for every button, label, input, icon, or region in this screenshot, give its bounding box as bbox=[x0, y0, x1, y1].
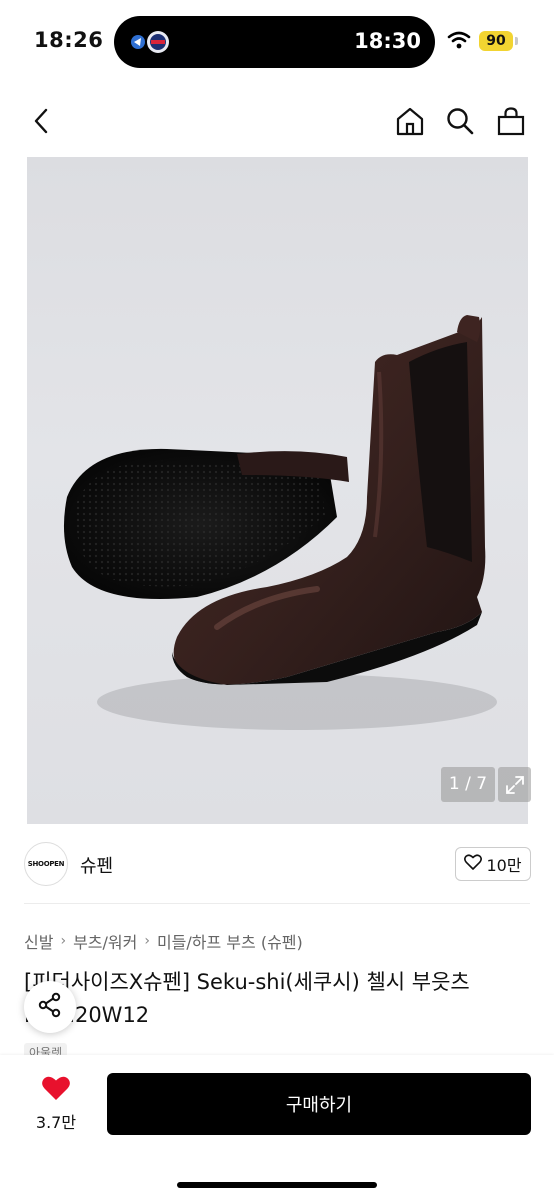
home-indicator bbox=[177, 1182, 377, 1188]
bottom-action-bar: 3.7만 구매하기 bbox=[0, 1055, 554, 1200]
battery-indicator: 90 bbox=[479, 31, 513, 51]
share-button[interactable] bbox=[24, 981, 76, 1033]
shop-row[interactable]: SHOOPEN 슈펜 10만 bbox=[0, 838, 554, 892]
wish-button[interactable]: 3.7만 bbox=[24, 1075, 88, 1133]
shopping-bag-icon[interactable] bbox=[494, 104, 528, 138]
breadcrumb-item[interactable]: 신발 bbox=[24, 929, 53, 953]
share-icon bbox=[37, 992, 63, 1022]
battery-tip bbox=[515, 37, 518, 45]
home-icon[interactable] bbox=[393, 104, 427, 138]
search-icon[interactable] bbox=[443, 104, 477, 138]
breadcrumb-item[interactable]: 미들/하프 부츠 (슈펜) bbox=[157, 929, 303, 953]
expand-icon[interactable] bbox=[498, 767, 531, 802]
breadcrumb-item[interactable]: 부츠/워커 bbox=[73, 929, 137, 953]
chevron-right-icon: › bbox=[144, 933, 150, 949]
image-pager: 1 / 7 bbox=[441, 767, 495, 802]
status-bar: 18:26 18:30 90 bbox=[0, 0, 554, 84]
shop-logo[interactable]: SHOOPEN bbox=[24, 842, 68, 886]
product-image[interactable] bbox=[27, 157, 528, 824]
heart-outline-icon bbox=[464, 854, 483, 874]
status-time: 18:26 bbox=[34, 28, 104, 52]
top-nav bbox=[0, 96, 554, 146]
chevron-right-icon: › bbox=[60, 933, 67, 949]
dynamic-island: 18:30 bbox=[114, 16, 435, 68]
app-activity-icon bbox=[128, 29, 188, 55]
shop-like-count: 10만 bbox=[486, 856, 522, 875]
heart-filled-icon bbox=[41, 1076, 71, 1105]
back-icon[interactable] bbox=[24, 104, 58, 138]
buy-button[interactable]: 구매하기 bbox=[107, 1073, 531, 1135]
breadcrumb: 신발 › 부츠/워커 › 미들/하프 부츠 (슈펜) bbox=[24, 929, 303, 953]
shop-like-button[interactable]: 10만 bbox=[455, 847, 531, 881]
shop-name[interactable]: 슈펜 bbox=[80, 852, 113, 878]
island-time: 18:30 bbox=[354, 29, 421, 53]
divider bbox=[24, 903, 530, 904]
wifi-icon bbox=[447, 30, 471, 50]
wish-count: 3.7만 bbox=[35, 1113, 77, 1132]
product-title: [피더사이즈X슈펜] Seku-shi(세쿠시) 첼시 부읏츠 FWM20W12 bbox=[24, 970, 470, 1027]
